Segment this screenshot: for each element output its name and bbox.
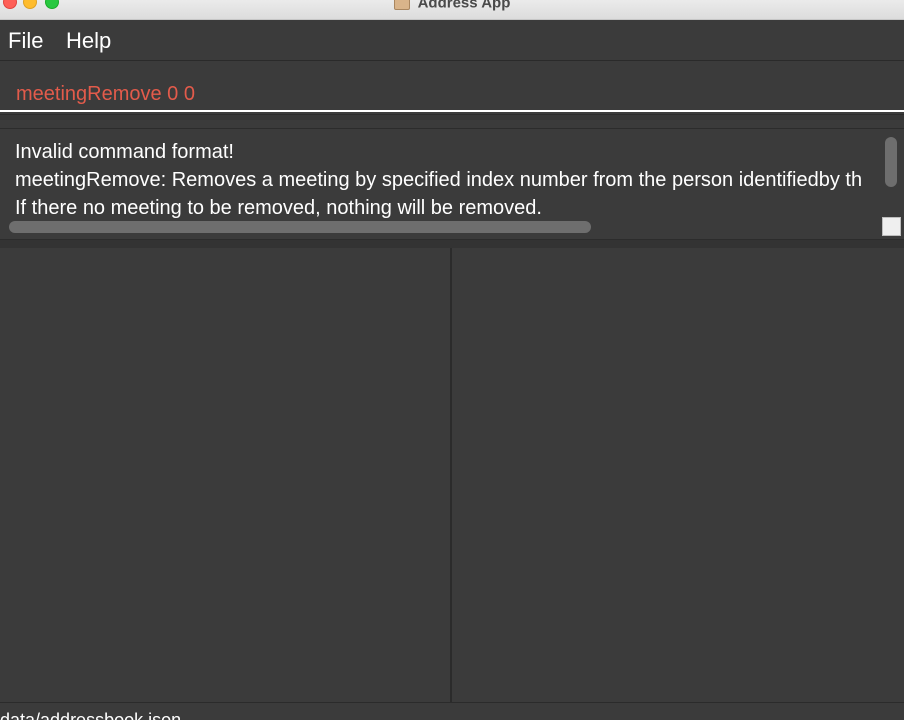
menu-help[interactable]: Help [66, 28, 111, 54]
title-bar: Address App [0, 0, 904, 20]
scrollbar-corner [882, 217, 901, 236]
result-line-error: Invalid command format! [15, 141, 234, 163]
result-line-note: If there no meeting to be removed, nothi… [15, 197, 542, 219]
command-box [0, 62, 904, 120]
result-display[interactable]: Invalid command format! meetingRemove: R… [0, 128, 904, 240]
detail-panel[interactable] [454, 248, 904, 702]
menu-bar: File Help [0, 21, 904, 61]
person-list-panel[interactable] [0, 248, 452, 702]
save-location-path: data/addressbook.json [0, 710, 182, 720]
address-app-icon [393, 0, 410, 10]
horizontal-scrollbar[interactable] [9, 221, 591, 233]
menu-file[interactable]: File [8, 28, 43, 54]
result-line-usage: meetingRemove: Removes a meeting by spec… [15, 169, 863, 191]
command-input[interactable] [0, 62, 904, 112]
vertical-scrollbar[interactable] [885, 137, 897, 187]
window-title: Address App [417, 0, 511, 12]
command-separator [0, 114, 904, 120]
window-title-group: Address App [0, 0, 904, 12]
status-bar: data/addressbook.json [0, 702, 904, 720]
panel-divider [0, 240, 904, 248]
